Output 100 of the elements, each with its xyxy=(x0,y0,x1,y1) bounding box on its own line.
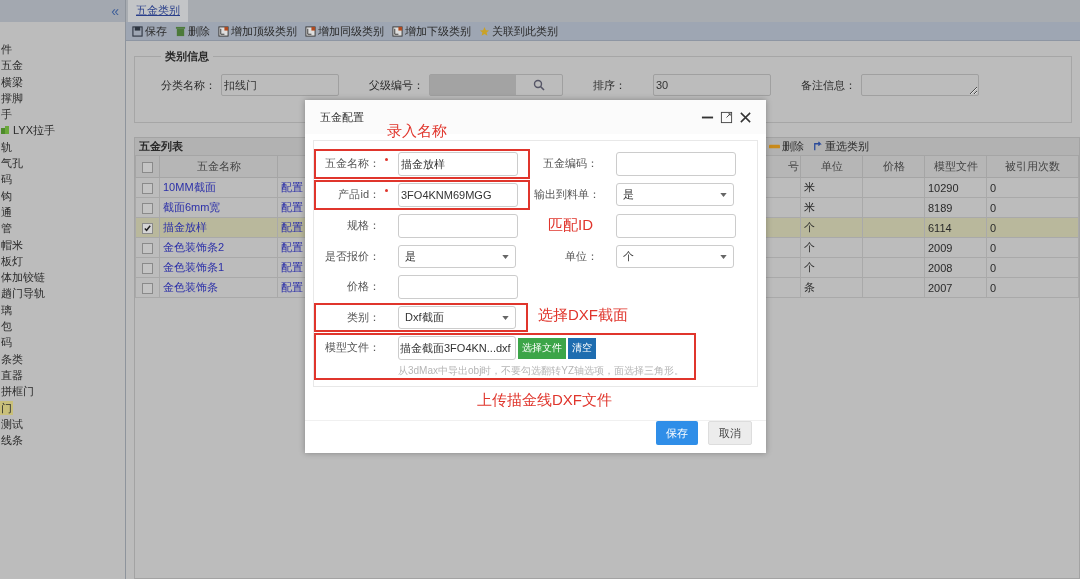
table-cell: 个 xyxy=(804,241,815,253)
tree-item[interactable]: 管 xyxy=(0,221,13,236)
annotation-text: 匹配ID xyxy=(548,215,594,235)
file-name-field[interactable]: 描金截面3FO4KN...dxf xyxy=(398,336,516,360)
table-cell: 0 xyxy=(990,181,997,194)
dropdown[interactable]: 是 xyxy=(398,245,516,268)
trash-icon xyxy=(175,25,186,37)
search-icon[interactable] xyxy=(533,79,545,91)
input-field[interactable] xyxy=(616,152,736,176)
table-cell: 2007 xyxy=(928,281,953,294)
tree-item[interactable]: 趟门导轨 xyxy=(0,286,46,301)
annotation-text: 选择DXF截面 xyxy=(538,305,628,325)
field-label: 模型文件： xyxy=(324,340,380,355)
dialog-button[interactable]: 取消 xyxy=(708,421,752,445)
tree-item[interactable]: 钩 xyxy=(0,188,13,203)
checkbox[interactable] xyxy=(142,222,153,234)
dialog-title: 五金配置 xyxy=(320,109,364,125)
maximize-icon[interactable] xyxy=(720,110,733,124)
tree-item[interactable]: 横梁 xyxy=(0,74,24,89)
config-link[interactable]: 配置 xyxy=(281,201,303,213)
tree-item[interactable]: 轨 xyxy=(0,139,13,154)
column-header[interactable]: 价格 xyxy=(882,160,905,172)
tree-item[interactable]: 直器 xyxy=(0,367,24,382)
hint-text: 从3dMax中导出obj时，不要勾选翻转YZ轴选项，面选择三角形。 xyxy=(398,364,685,377)
list-action[interactable]: 删除 xyxy=(769,139,804,154)
checkbox[interactable] xyxy=(142,262,153,274)
checkbox[interactable] xyxy=(142,242,153,254)
checkbox[interactable] xyxy=(142,182,153,194)
config-link[interactable]: 配置 xyxy=(281,241,303,253)
tree-item[interactable]: 五金 xyxy=(0,58,24,73)
table-cell: 个 xyxy=(804,261,815,273)
field-label: 分类名称： xyxy=(161,77,217,93)
tree-item[interactable]: 件 xyxy=(0,42,13,56)
checkbox[interactable] xyxy=(142,161,153,173)
dropdown[interactable]: Dxf截面 xyxy=(398,306,516,329)
refresh-icon xyxy=(812,141,823,152)
tab[interactable]: 五金类别 xyxy=(128,0,188,22)
input-field[interactable] xyxy=(616,214,736,238)
close-icon[interactable] xyxy=(739,110,752,124)
tree-item[interactable]: 帽米 xyxy=(0,237,24,252)
tree-item[interactable]: 撑脚 xyxy=(0,90,24,105)
caret-icon xyxy=(720,254,727,259)
toolbar-button[interactable]: 保存 xyxy=(132,23,167,39)
panel-legend: 类别信息 xyxy=(161,49,213,64)
toolbar-button[interactable]: 增加顶级类别 xyxy=(218,23,297,39)
tree-item[interactable]: 手 xyxy=(0,107,13,122)
tree-item[interactable]: 码 xyxy=(0,172,13,187)
add-folder-icon xyxy=(392,25,403,37)
table-cell: 10290 xyxy=(928,181,959,194)
add-folder-icon xyxy=(218,25,229,37)
config-link[interactable]: 配置 xyxy=(281,281,303,293)
config-link[interactable]: 配置 xyxy=(281,261,303,273)
table-cell: 米 xyxy=(804,181,815,193)
field-label: 五金编码： xyxy=(542,156,598,171)
clear-button[interactable]: 清空 xyxy=(568,337,596,359)
tree-item[interactable]: 通 xyxy=(0,204,13,219)
tree-item[interactable]: 测试 xyxy=(0,416,24,431)
input-field[interactable] xyxy=(398,275,518,299)
table-cell: 米 xyxy=(804,201,815,213)
tree-item[interactable]: 包 xyxy=(0,319,13,334)
field-label: 五金名称： xyxy=(324,156,380,171)
tree-item[interactable]: 璃 xyxy=(0,302,13,317)
column-header[interactable]: 五金名称 xyxy=(196,160,241,172)
field-label: 排序： xyxy=(593,77,627,93)
list-action[interactable]: 重选类别 xyxy=(812,139,869,154)
annotation-text: 上传描金线DXF文件 xyxy=(477,391,612,410)
input-field[interactable]: 描金放样 xyxy=(398,152,518,176)
tree-item[interactable]: 体加铰链 xyxy=(0,270,46,285)
tree-item[interactable]: 拼框门 xyxy=(0,384,35,399)
input-field[interactable]: 30 xyxy=(653,74,771,96)
notes-field[interactable] xyxy=(861,74,979,96)
tree-item[interactable]: 门 xyxy=(0,400,13,415)
tree-item[interactable]: 条类 xyxy=(0,351,24,366)
dropdown[interactable]: 个 xyxy=(616,245,734,268)
column-header[interactable]: 号 xyxy=(788,160,799,172)
input-field[interactable]: 3FO4KNM69MGG xyxy=(398,183,518,207)
lookup-field[interactable] xyxy=(429,74,563,96)
panel-title: 五金列表 xyxy=(139,139,183,154)
tree-item[interactable]: 气孔 xyxy=(0,156,24,171)
field-label: 规格： xyxy=(346,218,380,233)
dropdown[interactable]: 是 xyxy=(616,183,734,206)
column-header[interactable]: 单位 xyxy=(820,160,843,172)
toolbar-button[interactable]: 增加下级类别 xyxy=(392,23,471,39)
input-field[interactable]: 扣线门 xyxy=(221,74,339,96)
tree-item[interactable]: 码 xyxy=(0,335,13,350)
checkbox[interactable] xyxy=(142,282,153,294)
tree-item[interactable]: 板灯 xyxy=(0,253,24,268)
caret-icon xyxy=(502,315,509,320)
annotation-text: 录入名称 xyxy=(387,122,447,141)
field-label: 备注信息： xyxy=(801,77,857,93)
input-field[interactable] xyxy=(398,214,518,238)
config-link[interactable]: 配置 xyxy=(281,221,303,233)
tree-item[interactable]: LYX拉手 xyxy=(12,123,56,138)
tree-item[interactable]: 线条 xyxy=(0,433,24,448)
table-cell: 个 xyxy=(804,221,815,233)
checkbox[interactable] xyxy=(142,202,153,214)
toolbar-button[interactable]: 删除 xyxy=(175,23,210,39)
config-link[interactable]: 配置 xyxy=(281,181,303,193)
toolbar-button[interactable]: 关联到此类别 xyxy=(479,23,558,39)
toolbar-button[interactable]: 增加同级类别 xyxy=(305,23,384,39)
